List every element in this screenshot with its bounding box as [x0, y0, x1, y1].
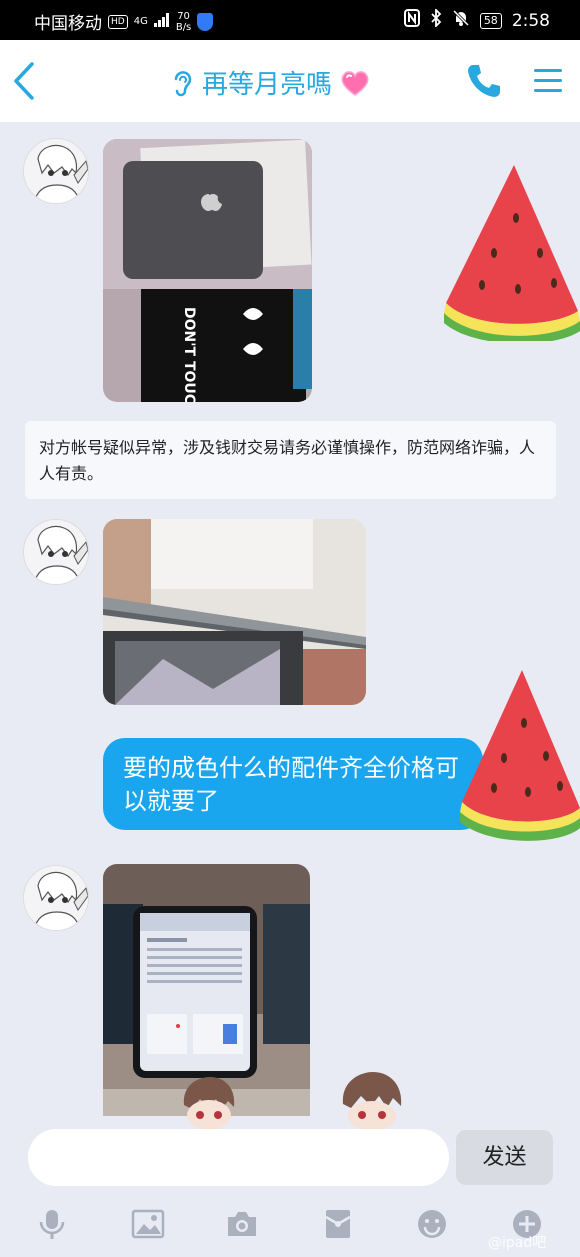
avatar[interactable]: [23, 865, 89, 931]
camera-icon[interactable]: [225, 1208, 259, 1240]
watermelon-sticker: [460, 670, 580, 841]
chibi-sticker: [183, 1077, 235, 1130]
emoji-icon[interactable]: [415, 1208, 449, 1240]
bluetooth-icon: [430, 7, 442, 32]
signal-icon: 4G: [133, 15, 148, 27]
ear-icon: [174, 70, 192, 96]
avatar-image: [24, 520, 88, 584]
back-arrow-icon[interactable]: [8, 58, 48, 104]
menu-icon[interactable]: [532, 65, 564, 95]
chat-title-area[interactable]: 再等月亮嗎: [170, 64, 370, 101]
signal-bars-icon: [153, 12, 170, 32]
microphone-icon[interactable]: [35, 1208, 69, 1240]
watermelon-sticker: [444, 165, 580, 341]
avatar[interactable]: [23, 138, 89, 204]
message-input[interactable]: [28, 1129, 449, 1186]
carrier-label: 中国移动: [34, 14, 102, 34]
chibi-sticker: [342, 1072, 402, 1130]
red-packet-icon[interactable]: [321, 1208, 355, 1240]
image-icon[interactable]: [131, 1208, 165, 1240]
avatar[interactable]: [23, 519, 89, 585]
mute-bell-icon: [452, 9, 470, 32]
outgoing-message[interactable]: 要的成色什么的配件齐全价格可以就要了: [103, 738, 483, 830]
chat-title: 再等月亮嗎: [202, 70, 333, 100]
phone-icon[interactable]: [465, 62, 501, 100]
avatar-image: [24, 866, 88, 930]
battery-icon: 58: [479, 12, 502, 29]
security-notice: 对方帐号疑似异常，涉及钱财交易请务必谨慎操作，防范网络诈骗，人人有责。: [25, 421, 556, 499]
case-text: DON'T TOUCH ME: [181, 307, 197, 402]
image-message[interactable]: DON'T TOUCH ME: [103, 139, 312, 402]
clock: 2:58: [511, 10, 550, 31]
send-button[interactable]: 发送: [456, 1130, 553, 1185]
image-message[interactable]: [103, 519, 366, 705]
watermark: @ipad吧: [488, 1235, 547, 1251]
avatar-image: [24, 139, 88, 203]
status-bar: 中国移动 HD 4G 70 B/s 58 2:58: [0, 0, 580, 40]
chat-header: 再等月亮嗎: [0, 40, 580, 122]
hd-badge: HD: [108, 14, 128, 29]
nfc-icon: [403, 9, 420, 32]
network-speed: 70 B/s: [175, 10, 192, 33]
shield-icon: [197, 12, 214, 31]
heart-icon: [341, 70, 369, 96]
